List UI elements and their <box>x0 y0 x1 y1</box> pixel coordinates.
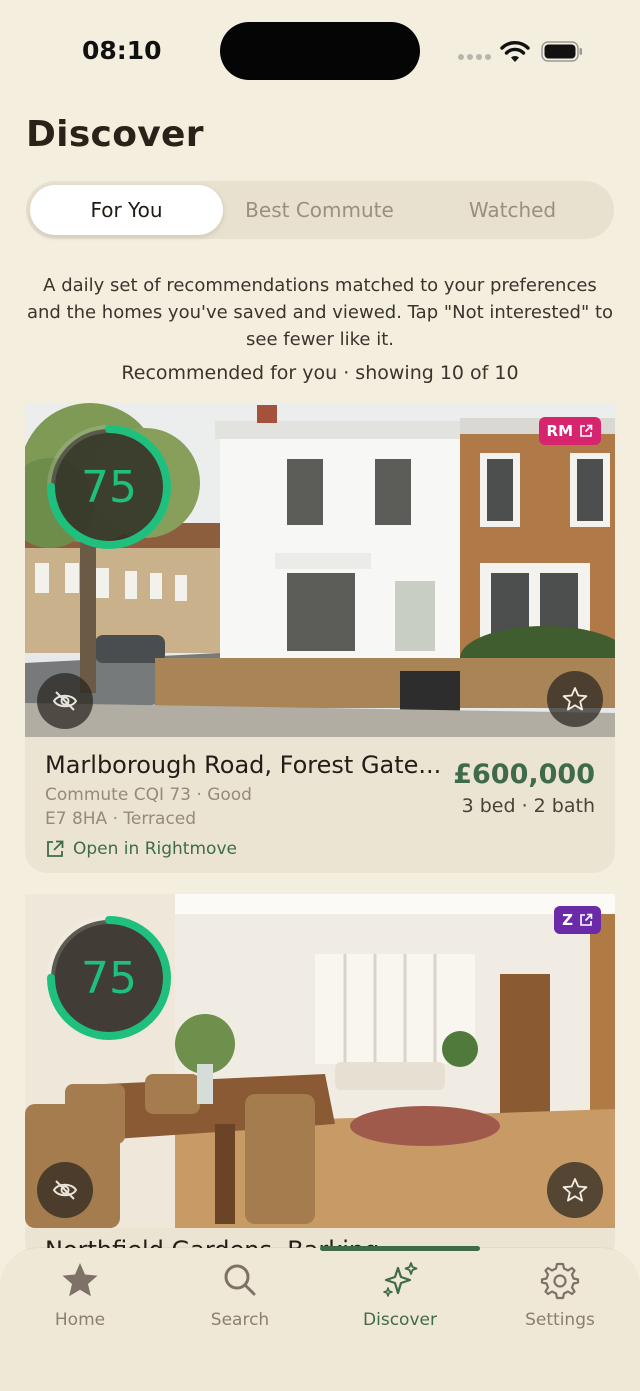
listing-photo[interactable]: 75 Z <box>25 894 615 1228</box>
listing-photo[interactable]: 75 RM <box>25 403 615 737</box>
eye-off-icon <box>52 691 78 711</box>
battery-icon <box>541 41 582 62</box>
listing-location: E7 8HA · Terraced <box>45 809 197 829</box>
search-icon <box>224 1264 256 1296</box>
star-outline-icon <box>562 1178 588 1202</box>
source-badge-label: RM <box>546 422 573 440</box>
source-badge[interactable]: RM <box>538 417 601 445</box>
match-score: 75 <box>81 461 137 513</box>
segment-best-commute[interactable]: Best Commute <box>223 185 416 235</box>
external-link-icon <box>47 840 64 857</box>
external-link-icon <box>580 424 593 437</box>
listing-beds-baths: 3 bed · 2 bath <box>461 795 595 817</box>
listing-details: Marlborough Road, Forest Gate... £600,00… <box>25 737 615 873</box>
star-icon <box>62 1263 98 1297</box>
status-bar: 08:10 <box>0 0 640 100</box>
tab-search[interactable]: Search <box>160 1260 320 1350</box>
cellular-signal-icon <box>458 54 491 60</box>
source-badge-label: Z <box>562 911 573 929</box>
listing-card[interactable]: 75 Z Northfield Gardens, Barking <box>25 894 615 1264</box>
tab-discover[interactable]: Discover <box>320 1260 480 1350</box>
intro-text: A daily set of recommendations matched t… <box>26 275 614 350</box>
eye-off-icon <box>52 1180 78 1200</box>
page-title: Discover <box>26 114 204 155</box>
not-interested-button[interactable] <box>37 1162 93 1218</box>
external-link-icon <box>580 913 593 926</box>
watch-button[interactable] <box>547 1162 603 1218</box>
discover-segmented-control: For You Best Commute Watched <box>26 181 614 239</box>
sparkles-icon <box>383 1262 418 1297</box>
status-time: 08:10 <box>82 36 162 65</box>
tab-settings[interactable]: Settings <box>480 1260 640 1350</box>
tab-settings-label: Settings <box>525 1310 595 1330</box>
source-badge[interactable]: Z <box>554 906 601 934</box>
segment-watched[interactable]: Watched <box>416 185 609 235</box>
recommendation-count: Recommended for you · showing 10 of 10 <box>121 362 519 384</box>
tab-bar: Home Search Discover Settings <box>0 1246 640 1391</box>
listing-card[interactable]: 75 RM Marlborough Road, Forest Gate... £… <box>25 403 615 873</box>
tab-search-label: Search <box>210 1310 270 1330</box>
segment-for-you[interactable]: For You <box>30 185 223 235</box>
tab-home-label: Home <box>54 1310 106 1330</box>
tab-home[interactable]: Home <box>0 1260 160 1350</box>
active-tab-indicator <box>320 1246 480 1251</box>
watch-button[interactable] <box>547 671 603 727</box>
listing-price: £600,000 <box>453 759 595 790</box>
open-in-rightmove-link[interactable]: Open in Rightmove <box>45 839 237 859</box>
tab-discover-label: Discover <box>363 1310 437 1330</box>
gear-icon <box>540 1262 580 1300</box>
star-outline-icon <box>562 687 588 711</box>
listing-commute: Commute CQI 73 · Good <box>45 785 252 805</box>
wifi-icon <box>500 41 530 62</box>
dynamic-island <box>220 22 420 80</box>
not-interested-button[interactable] <box>37 673 93 729</box>
match-score: 75 <box>81 952 137 1004</box>
open-in-rightmove-label: Open in Rightmove <box>73 839 237 859</box>
listing-title[interactable]: Marlborough Road, Forest Gate... <box>45 751 455 779</box>
